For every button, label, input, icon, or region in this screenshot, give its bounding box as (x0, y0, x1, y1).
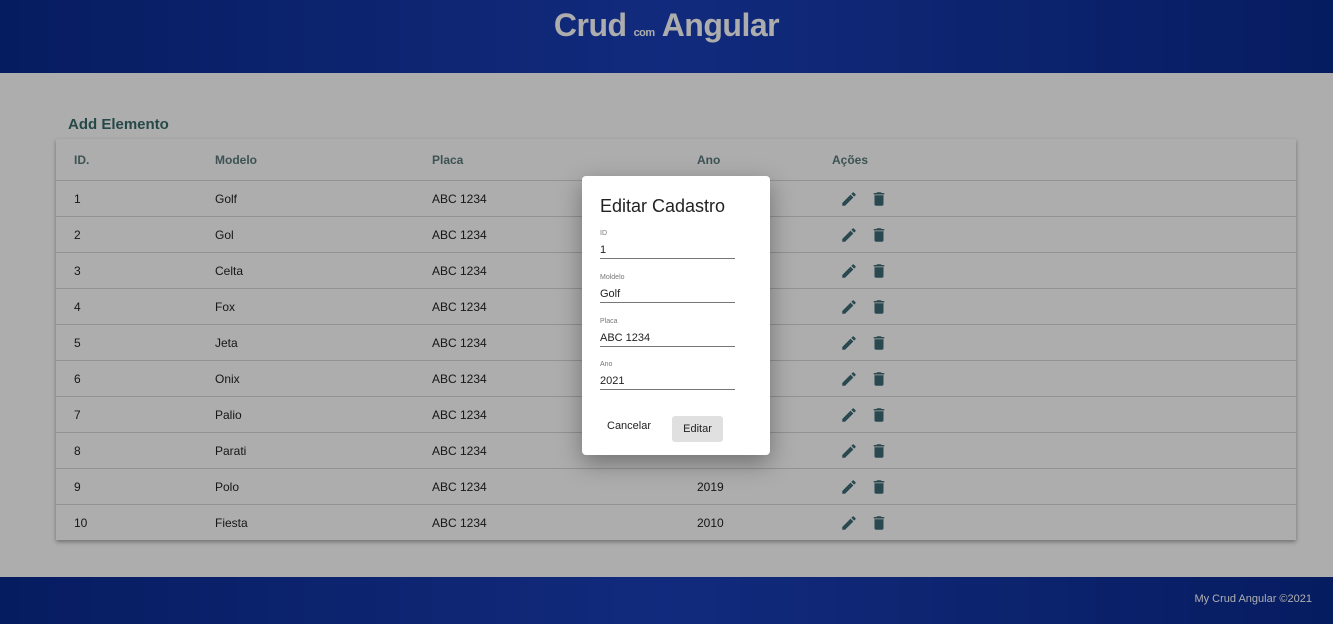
modelo-field-label: Moldelo (600, 274, 625, 281)
id-field: ID (600, 230, 735, 259)
dialog-title: Editar Cadastro (600, 196, 726, 216)
id-field-label: ID (600, 230, 607, 237)
edit-dialog: Editar Cadastro ID Moldelo Placa Ano Can… (582, 176, 770, 455)
placa-field: Placa (600, 318, 735, 347)
placa-input[interactable] (600, 332, 735, 344)
cancel-button[interactable]: Cancelar (607, 420, 651, 432)
modelo-field: Moldelo (600, 274, 735, 303)
placa-field-label: Placa (600, 318, 618, 325)
ano-field: Ano (600, 361, 735, 390)
ano-input[interactable] (600, 375, 735, 387)
modelo-input[interactable] (600, 288, 735, 300)
edit-submit-button[interactable]: Editar (672, 416, 723, 442)
id-input[interactable] (600, 244, 735, 256)
ano-field-label: Ano (600, 361, 613, 368)
